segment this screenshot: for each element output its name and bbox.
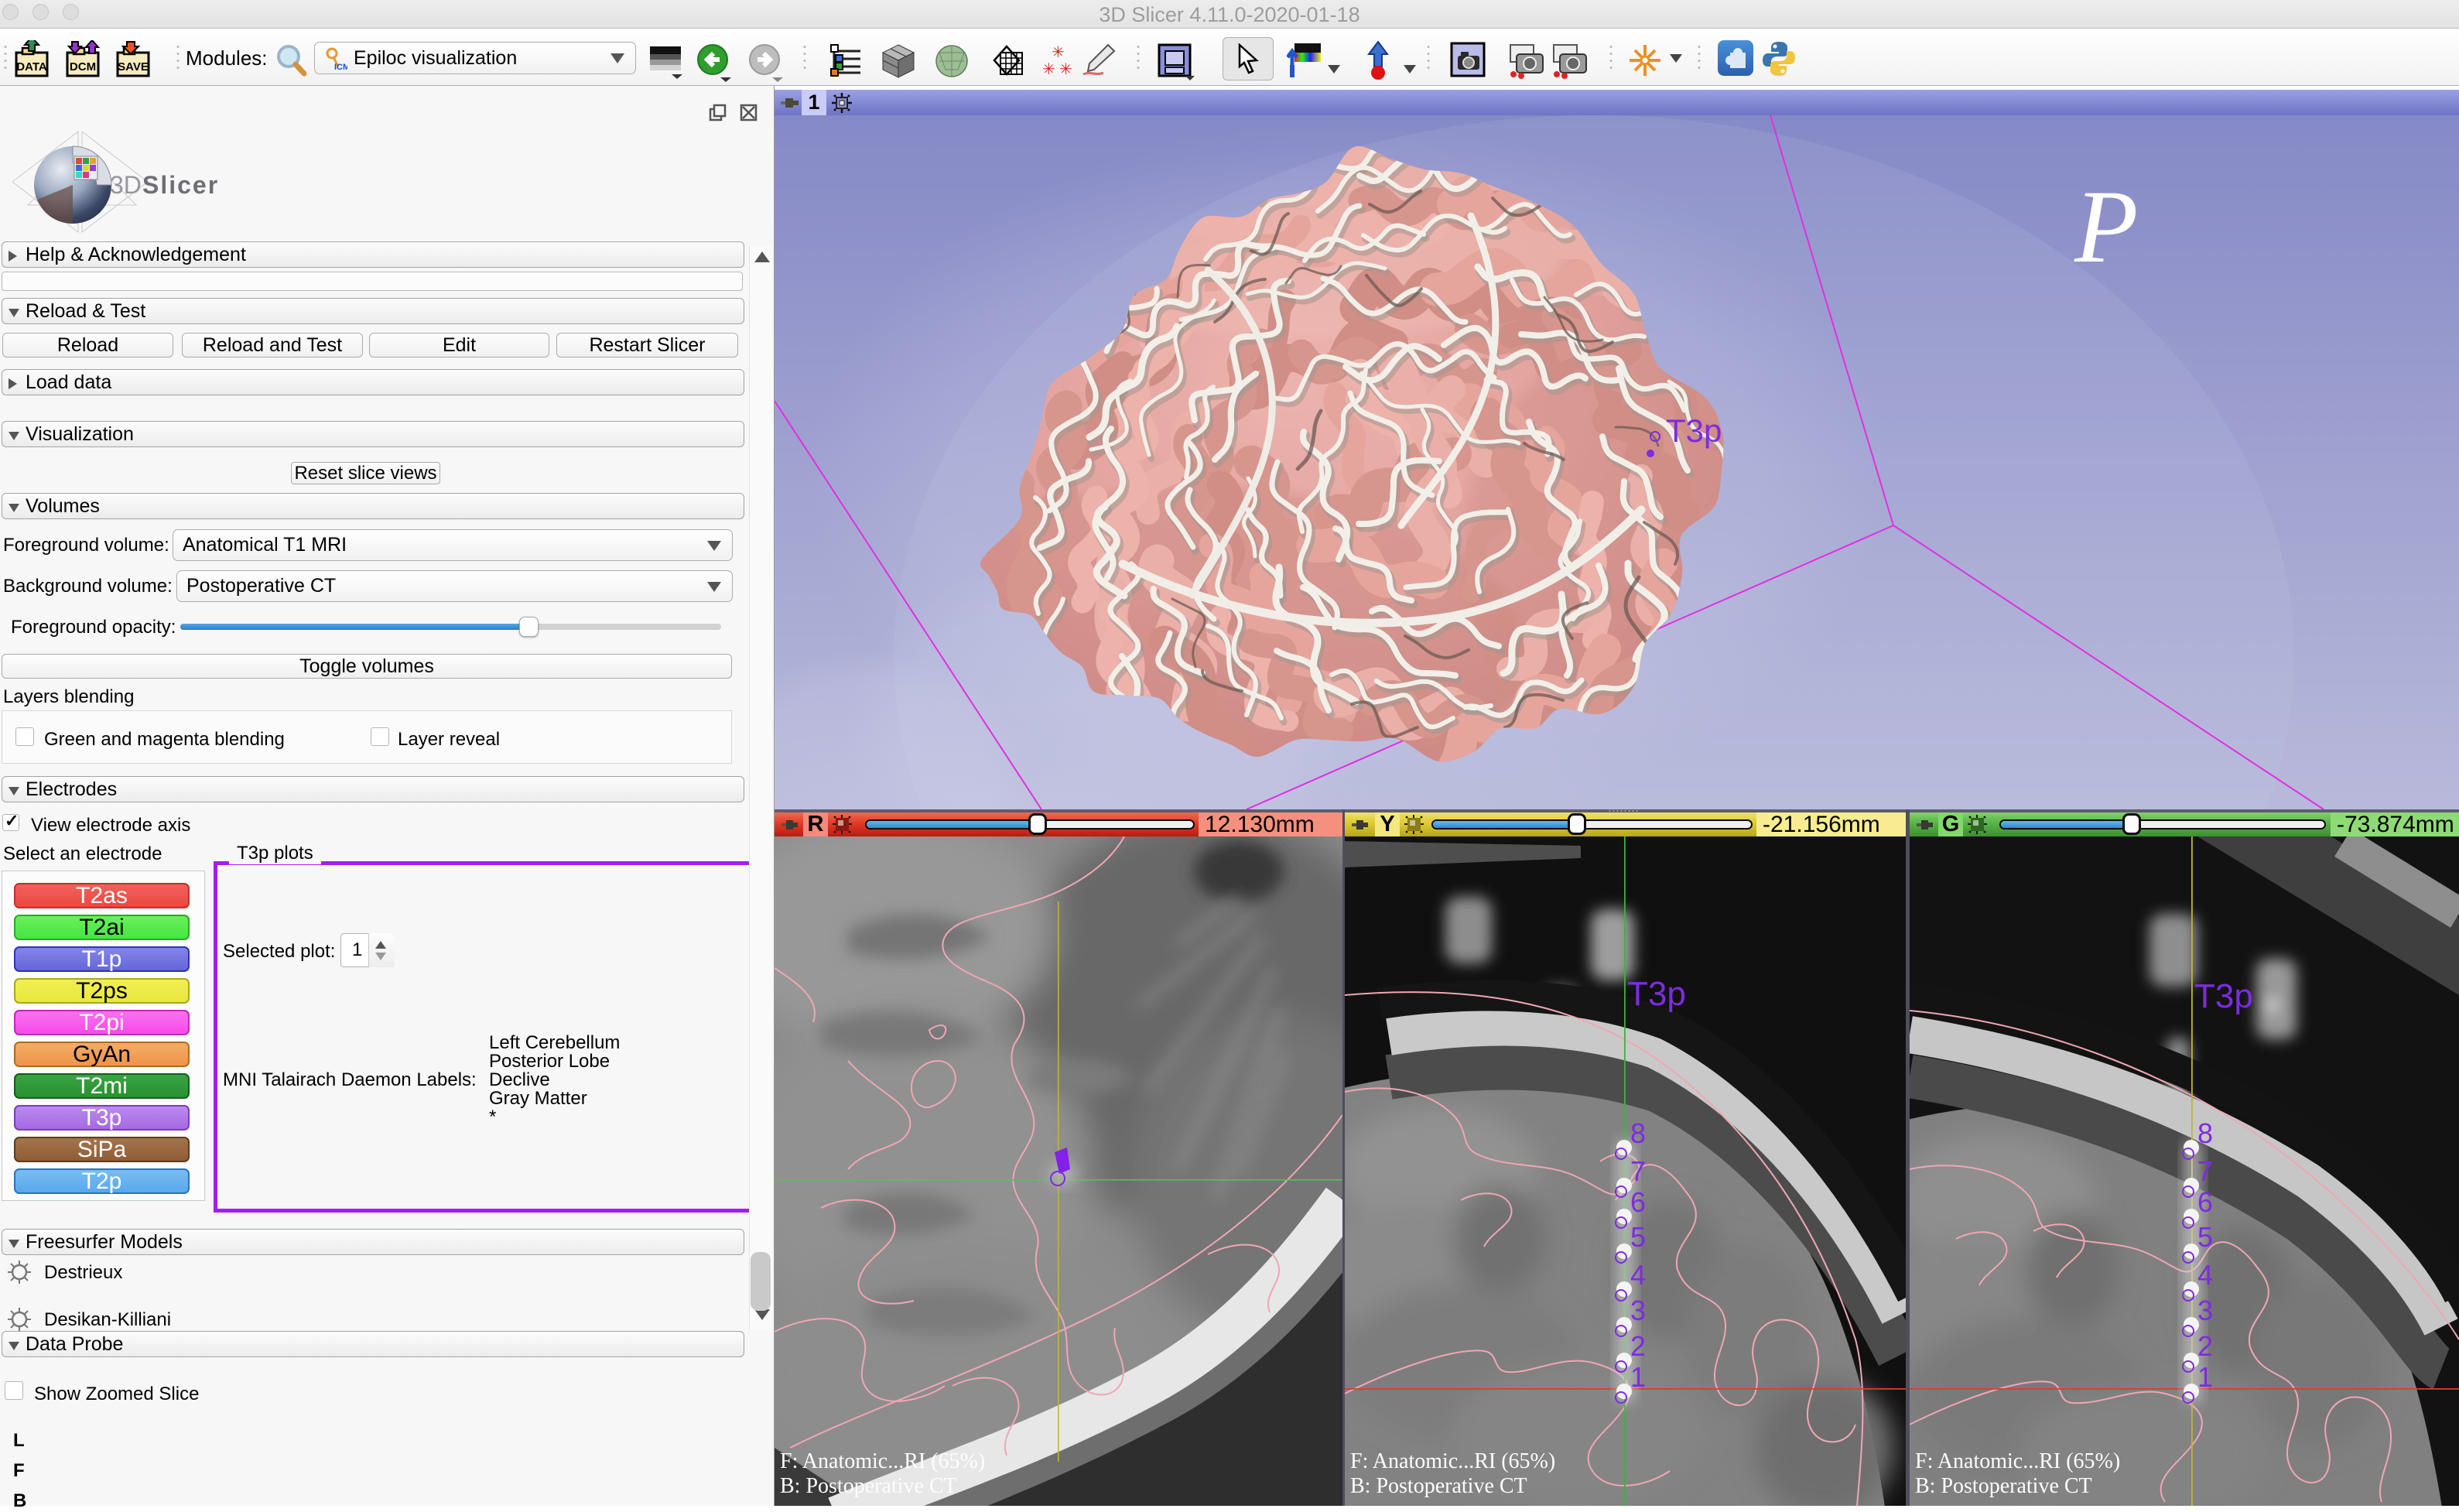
svg-text:DCM: DCM <box>70 60 96 74</box>
svg-text:T3p: T3p <box>1666 412 1722 449</box>
svg-text:5: 5 <box>2197 1221 2213 1253</box>
svg-text:1: 1 <box>1630 1361 1646 1393</box>
svg-text:Slicer: Slicer <box>142 171 219 199</box>
svg-text:6: 6 <box>1630 1186 1646 1218</box>
svg-text:B: Postoperative CT: B: Postoperative CT <box>1350 1474 1527 1498</box>
svg-text:5: 5 <box>1630 1221 1646 1253</box>
svg-text:7: 7 <box>2197 1155 2213 1187</box>
svg-text:1: 1 <box>2197 1361 2213 1393</box>
svg-text:✳: ✳ <box>1052 44 1065 61</box>
svg-text:2: 2 <box>2197 1330 2213 1362</box>
svg-text:✳: ✳ <box>1042 61 1055 78</box>
svg-text:T3p: T3p <box>2194 977 2253 1015</box>
svg-text:P: P <box>2074 169 2138 285</box>
svg-text:SAVE: SAVE <box>118 60 149 74</box>
svg-text:6: 6 <box>2197 1186 2213 1218</box>
svg-text:T3p: T3p <box>1627 975 1686 1013</box>
svg-text:B: Postoperative CT: B: Postoperative CT <box>1915 1474 2092 1498</box>
svg-text:3: 3 <box>1630 1295 1646 1326</box>
svg-text:3D: 3D <box>110 171 142 199</box>
svg-text:F: Anatomic...RI (65%): F: Anatomic...RI (65%) <box>1350 1449 1555 1473</box>
svg-text:✳: ✳ <box>1059 61 1072 78</box>
svg-text:F: Anatomic...RI (65%): F: Anatomic...RI (65%) <box>780 1449 985 1473</box>
svg-text:F: Anatomic...RI (65%): F: Anatomic...RI (65%) <box>1915 1449 2120 1473</box>
svg-text:B: Postoperative CT: B: Postoperative CT <box>780 1474 957 1498</box>
svg-text:3: 3 <box>2197 1295 2213 1326</box>
svg-text:7: 7 <box>1630 1155 1646 1187</box>
svg-text:4: 4 <box>2197 1259 2213 1291</box>
svg-text:DATA: DATA <box>16 60 47 74</box>
svg-text:4: 4 <box>1630 1259 1646 1291</box>
svg-text:8: 8 <box>1630 1117 1646 1149</box>
svg-text:ICM: ICM <box>334 63 347 71</box>
svg-text:8: 8 <box>2197 1117 2213 1149</box>
svg-text:2: 2 <box>1630 1330 1646 1362</box>
